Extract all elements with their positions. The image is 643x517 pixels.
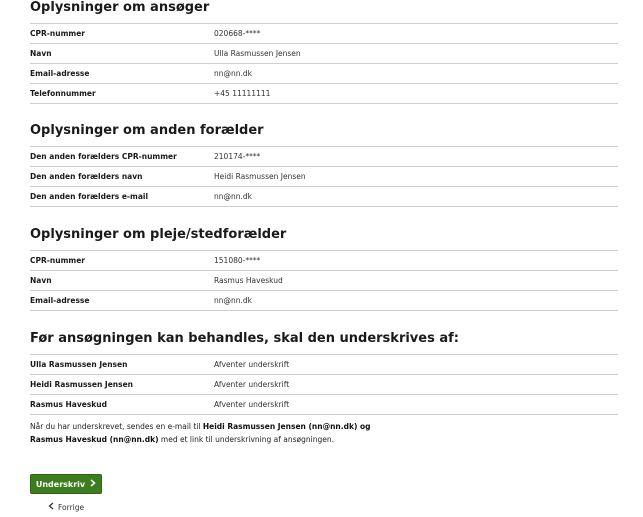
table-row: CPR-nummer 020668-**** bbox=[30, 23, 618, 44]
signing-note: Når du har underskrevet, sendes en e-mai… bbox=[30, 420, 390, 446]
row-value: +45 11111111 bbox=[214, 83, 618, 104]
row-value: Ulla Rasmussen Jensen bbox=[214, 43, 618, 64]
table-row: Email-adresse nn@nn.dk bbox=[30, 290, 618, 311]
other-parent-title: Oplysninger om anden forælder bbox=[30, 123, 264, 138]
table-row: Rasmus Haveskud Afventer underskrift bbox=[30, 394, 618, 415]
row-label: Den anden forælders CPR-nummer bbox=[30, 146, 214, 167]
signer-status: Afventer underskrift bbox=[214, 374, 618, 395]
row-value: nn@nn.dk bbox=[214, 63, 618, 84]
row-label: CPR-nummer bbox=[30, 23, 214, 44]
table-row: Den anden forælders e-mail nn@nn.dk bbox=[30, 186, 618, 207]
signatures-title: Før ansøgningen kan behandles, skal den … bbox=[30, 331, 459, 346]
table-row: Email-adresse nn@nn.dk bbox=[30, 63, 618, 84]
applicant-table: CPR-nummer 020668-**** Navn Ulla Rasmuss… bbox=[30, 23, 618, 104]
row-value: nn@nn.dk bbox=[214, 290, 618, 311]
row-label: Email-adresse bbox=[30, 290, 214, 311]
signer-status: Afventer underskrift bbox=[214, 394, 618, 415]
sign-button[interactable]: Underskriv bbox=[30, 474, 102, 494]
sign-button-label: Underskriv bbox=[35, 479, 86, 489]
table-row: Navn Ulla Rasmussen Jensen bbox=[30, 43, 618, 64]
applicant-title: Oplysninger om ansøger bbox=[30, 0, 210, 15]
row-value: 151080-**** bbox=[214, 250, 618, 271]
signatures-table: Ulla Rasmussen Jensen Afventer underskri… bbox=[30, 354, 618, 415]
row-label: Den anden forælders e-mail bbox=[30, 186, 214, 207]
row-label: Navn bbox=[30, 270, 214, 291]
table-row: Den anden forælders CPR-nummer 210174-**… bbox=[30, 146, 618, 167]
row-value: nn@nn.dk bbox=[214, 186, 618, 207]
signer-name: Rasmus Haveskud bbox=[30, 394, 214, 415]
table-row: Navn Rasmus Haveskud bbox=[30, 270, 618, 291]
row-value: 020668-**** bbox=[214, 23, 618, 44]
table-row: Heidi Rasmussen Jensen Afventer underskr… bbox=[30, 374, 618, 395]
note-bold-1: Heidi Rasmussen Jensen (nn@nn.dk) og bbox=[202, 422, 371, 431]
row-value: Rasmus Haveskud bbox=[214, 270, 618, 291]
chevron-right-icon bbox=[90, 478, 96, 490]
signer-name: Ulla Rasmussen Jensen bbox=[30, 354, 214, 375]
foster-parent-table: CPR-nummer 151080-**** Navn Rasmus Haves… bbox=[30, 250, 618, 311]
signer-name: Heidi Rasmussen Jensen bbox=[30, 374, 214, 395]
chevron-left-icon bbox=[48, 502, 54, 512]
row-label: Navn bbox=[30, 43, 214, 64]
table-row: CPR-nummer 151080-**** bbox=[30, 250, 618, 271]
back-link[interactable]: Forrige bbox=[48, 502, 84, 512]
foster-parent-title: Oplysninger om pleje/stedforælder bbox=[30, 227, 287, 242]
row-label: Email-adresse bbox=[30, 63, 214, 84]
table-row: Telefonnummer +45 11111111 bbox=[30, 83, 618, 104]
row-value: 210174-**** bbox=[214, 146, 618, 167]
other-parent-table: Den anden forælders CPR-nummer 210174-**… bbox=[30, 146, 618, 207]
table-row: Den anden forælders navn Heidi Rasmussen… bbox=[30, 166, 618, 187]
note-text-2: med et link til underskrivning af ansøgn… bbox=[158, 435, 334, 444]
note-bold-2: Rasmus Haveskud (nn@nn.dk) bbox=[30, 435, 159, 444]
table-row: Ulla Rasmussen Jensen Afventer underskri… bbox=[30, 354, 618, 375]
signer-status: Afventer underskrift bbox=[214, 354, 618, 375]
row-label: Den anden forælders navn bbox=[30, 166, 214, 187]
note-text-1: Når du har underskrevet, sendes en e-mai… bbox=[30, 422, 203, 431]
back-link-label: Forrige bbox=[58, 502, 85, 512]
row-value: Heidi Rasmussen Jensen bbox=[214, 166, 618, 187]
row-label: CPR-nummer bbox=[30, 250, 214, 271]
row-label: Telefonnummer bbox=[30, 83, 214, 104]
